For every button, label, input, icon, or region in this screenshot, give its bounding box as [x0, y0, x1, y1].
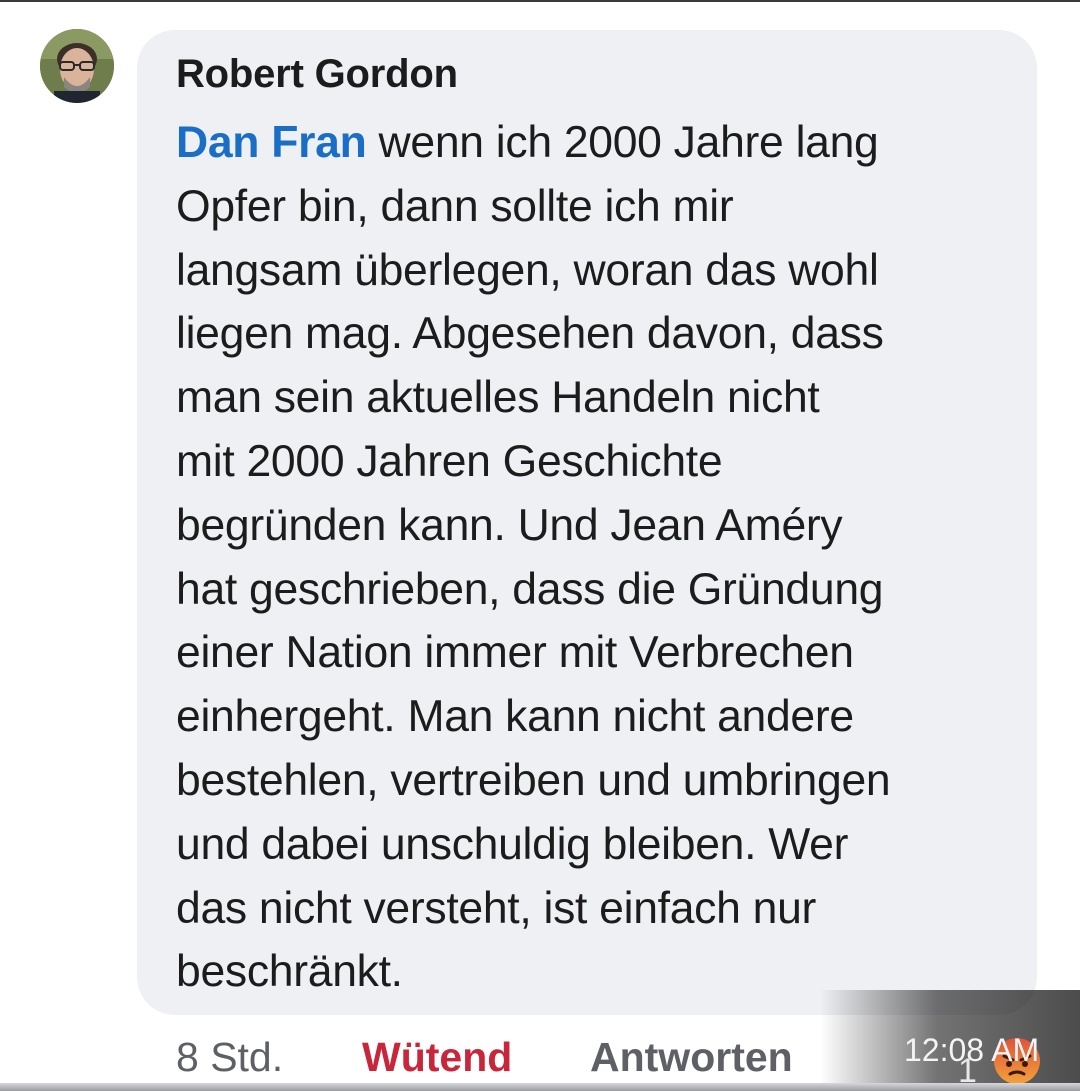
comment-line: mit 2000 Jahren Geschichte [176, 436, 723, 486]
mention-link[interactable]: Dan Fran [176, 118, 367, 167]
comment-line: einer Nation immer mit Verbrechen [176, 628, 854, 678]
comment-line: begründen kann. Und Jean Améry [176, 500, 843, 550]
status-clock: 12:08 AM [904, 1032, 1040, 1068]
reaction-button[interactable]: Wütend [362, 1034, 512, 1081]
comment-line: langsam überlegen, woran das wohl [176, 245, 879, 295]
comment-line: Opfer bin, dann sollte ich mir [176, 181, 734, 231]
comment-line: hat geschrieben, dass die Gründung [176, 564, 884, 614]
comment-timestamp[interactable]: 8 Std. [176, 1034, 283, 1081]
comment-text: Dan Fran wenn ich 2000 Jahre lang Opfer … [176, 111, 1026, 1004]
comment-line: einhergeht. Man kann nicht andere [176, 692, 854, 742]
bottom-divider [0, 1083, 1080, 1091]
comment-line: Dan Fran wenn ich 2000 Jahre lang [176, 111, 1026, 175]
avatar[interactable] [40, 29, 114, 103]
comment-line-text: wenn ich 2000 Jahre lang [366, 118, 879, 167]
comment-line: das nicht versteht, ist einfach nur [176, 883, 817, 933]
comment-line: man sein aktuelles Handeln nicht [176, 373, 820, 423]
comment-line: und dabei unschuldig bleiben. Wer [176, 819, 849, 869]
comment-author[interactable]: Robert Gordon [176, 52, 458, 97]
top-divider [0, 0, 1080, 2]
profile-photo [40, 29, 114, 103]
reply-button[interactable]: Antworten [590, 1034, 793, 1081]
comment-line: bestehlen, vertreiben und umbringen [176, 755, 891, 805]
comment-line: liegen mag. Abgesehen davon, dass [176, 309, 884, 359]
